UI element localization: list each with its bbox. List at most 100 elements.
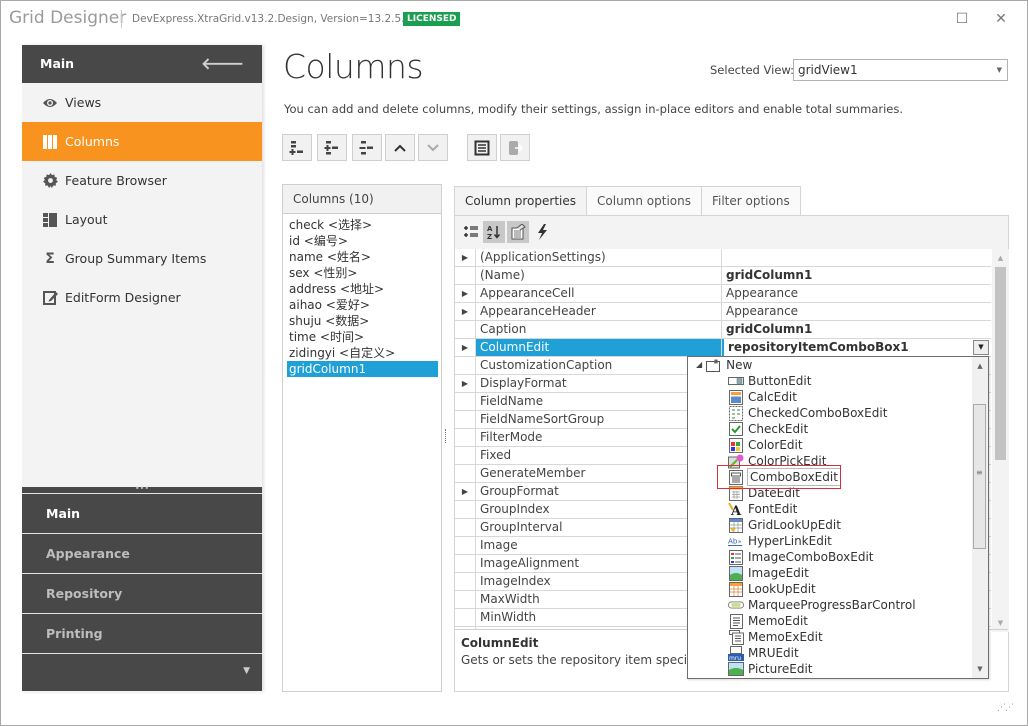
expand-arrow-icon[interactable]: ▶ bbox=[455, 249, 476, 266]
expand-arrow-icon[interactable]: ▶ bbox=[455, 483, 476, 500]
property-value[interactable] bbox=[722, 249, 991, 266]
tree-node[interactable]: A FontEdit bbox=[688, 501, 972, 517]
property-row[interactable]: (Name) gridColumn1 bbox=[455, 267, 991, 285]
tree-node[interactable]: PictureEdit bbox=[688, 661, 972, 677]
column-list-item[interactable]: sex <性别> bbox=[287, 265, 438, 281]
maximize-button[interactable]: ☐ bbox=[952, 9, 972, 29]
back-arrow-icon[interactable]: 🡐 bbox=[201, 45, 244, 83]
sidebar-item-editform-designer[interactable]: EditForm Designer bbox=[22, 278, 262, 317]
collapse-triangle-icon[interactable]: ◢ bbox=[696, 357, 702, 373]
property-name[interactable]: ImageIndex bbox=[476, 573, 722, 590]
property-row[interactable]: ▶ (ApplicationSettings) bbox=[455, 249, 991, 267]
export-button[interactable] bbox=[500, 134, 530, 161]
selected-view-dropdown[interactable]: gridView1 ▼ bbox=[793, 59, 1008, 81]
column-list-item[interactable]: aihao <爱好> bbox=[287, 297, 438, 313]
property-name[interactable]: MinWidth bbox=[476, 609, 722, 626]
tree-node[interactable]: MarqueeProgressBarControl bbox=[688, 597, 972, 613]
property-name[interactable]: CustomizationCaption bbox=[476, 357, 722, 374]
property-grid-scrollbar[interactable]: ▲ ▼ bbox=[992, 249, 1009, 632]
property-name[interactable]: (Name) bbox=[476, 267, 722, 284]
property-name[interactable]: DisplayFormat bbox=[476, 375, 722, 392]
property-value[interactable]: gridColumn1 bbox=[722, 267, 991, 284]
column-list-item[interactable]: address <地址> bbox=[287, 281, 438, 297]
tree-node[interactable]: MemoEdit bbox=[688, 613, 972, 629]
property-row[interactable]: Caption gridColumn1 bbox=[455, 321, 991, 339]
sidebar-item-views[interactable]: Views bbox=[22, 83, 262, 122]
expand-arrow-icon[interactable]: ▶ bbox=[455, 375, 476, 392]
property-name[interactable]: ColumnEdit bbox=[476, 339, 722, 356]
tree-node-highlighted[interactable]: ComboBoxEdit bbox=[688, 468, 972, 486]
scroll-up-icon[interactable]: ▲ bbox=[992, 251, 1009, 265]
tree-node[interactable]: LookUpEdit bbox=[688, 581, 972, 597]
tree-node[interactable]: CheckedComboBoxEdit bbox=[688, 405, 972, 421]
column-list-item[interactable]: check <选择> bbox=[287, 217, 438, 233]
property-value[interactable]: gridColumn1 bbox=[722, 321, 991, 338]
column-list-item-selected[interactable]: gridColumn1 bbox=[287, 361, 438, 377]
tree-node[interactable]: GridLookUpEdit bbox=[688, 517, 972, 533]
close-button[interactable]: ✕ bbox=[991, 9, 1011, 29]
property-name[interactable]: Image bbox=[476, 537, 722, 554]
expand-arrow-icon[interactable]: ▶ bbox=[455, 303, 476, 320]
tree-node[interactable]: MemoExEdit bbox=[688, 629, 972, 645]
property-name[interactable]: AppearanceHeader bbox=[476, 303, 722, 320]
scroll-up-icon[interactable]: ▲ bbox=[972, 359, 988, 373]
property-name[interactable]: GenerateMember bbox=[476, 465, 722, 482]
property-name[interactable]: GroupIndex bbox=[476, 501, 722, 518]
add-column-button[interactable] bbox=[282, 134, 312, 161]
retrieve-fields-button[interactable] bbox=[467, 134, 497, 161]
sidebar-item-feature-browser[interactable]: Feature Browser bbox=[22, 161, 262, 200]
sidebar-item-layout[interactable]: Layout bbox=[22, 200, 262, 239]
remove-column-button[interactable] bbox=[352, 134, 382, 161]
tree-node[interactable]: ButtonEdit bbox=[688, 373, 972, 389]
property-name[interactable]: AppearanceCell bbox=[476, 285, 722, 302]
property-name[interactable]: GroupInterval bbox=[476, 519, 722, 536]
events-button[interactable] bbox=[531, 221, 553, 243]
column-list-item[interactable]: id <编号> bbox=[287, 233, 438, 249]
column-list-item[interactable]: zidingyi <自定义> bbox=[287, 345, 438, 361]
tree-node[interactable]: Ab» HyperLinkEdit bbox=[688, 533, 972, 549]
tree-node[interactable]: CheckEdit bbox=[688, 421, 972, 437]
property-name[interactable]: GroupFormat bbox=[476, 483, 722, 500]
property-name[interactable]: Fixed bbox=[476, 447, 722, 464]
expand-arrow-icon[interactable]: ▶ bbox=[455, 285, 476, 302]
property-value[interactable]: repositoryItemComboBox1 ▼ bbox=[722, 339, 991, 356]
group-printing[interactable]: Printing bbox=[22, 613, 262, 653]
scroll-down-icon[interactable]: ▼ bbox=[972, 662, 988, 676]
property-name[interactable]: (ApplicationSettings) bbox=[476, 249, 722, 266]
scroll-down-icon[interactable]: ▼ bbox=[992, 616, 1009, 630]
tree-node[interactable]: CalcEdit bbox=[688, 389, 972, 405]
property-name[interactable]: FilterMode bbox=[476, 429, 722, 446]
tree-node[interactable]: ColorPickEdit bbox=[688, 453, 972, 469]
tree-node-new[interactable]: ◢ New bbox=[688, 357, 972, 373]
sidebar-item-columns[interactable]: Columns bbox=[22, 122, 262, 161]
property-row[interactable]: ▶ AppearanceHeader Appearance bbox=[455, 303, 991, 321]
tab-column-properties[interactable]: Column properties bbox=[454, 186, 588, 216]
tree-node[interactable]: mru MRUEdit bbox=[688, 645, 972, 661]
insert-column-button[interactable] bbox=[317, 134, 347, 161]
property-name[interactable]: MaxWidth bbox=[476, 591, 722, 608]
tree-node[interactable]: ColorEdit bbox=[688, 437, 972, 453]
property-name[interactable]: Caption bbox=[476, 321, 722, 338]
column-list-item[interactable]: name <姓名> bbox=[287, 249, 438, 265]
tab-filter-options[interactable]: Filter options bbox=[700, 186, 801, 216]
tree-node[interactable]: ImageComboBoxEdit bbox=[688, 549, 972, 565]
property-name[interactable]: FieldNameSortGroup bbox=[476, 411, 722, 428]
sidebar-item-group-summary-items[interactable]: Σ Group Summary Items bbox=[22, 239, 262, 278]
property-row[interactable]: ▶ AppearanceCell Appearance bbox=[455, 285, 991, 303]
more-groups-button[interactable]: ▼ bbox=[22, 653, 262, 691]
scrollbar-thumb[interactable]: ≡ bbox=[973, 404, 986, 549]
scrollbar-thumb[interactable] bbox=[995, 267, 1006, 460]
alphabetical-button[interactable]: AZ bbox=[483, 221, 505, 243]
column-list-item[interactable]: shuju <数据> bbox=[287, 313, 438, 329]
tab-column-options[interactable]: Column options bbox=[586, 186, 702, 216]
value-dropdown-button[interactable]: ▼ bbox=[973, 340, 989, 355]
property-row-selected[interactable]: ▶ ColumnEdit repositoryItemComboBox1 ▼ bbox=[455, 339, 991, 357]
categorized-button[interactable] bbox=[460, 221, 482, 243]
move-up-button[interactable] bbox=[385, 134, 415, 161]
column-list-item[interactable]: time <时间> bbox=[287, 329, 438, 345]
tree-node[interactable]: ImageEdit bbox=[688, 565, 972, 581]
panel-splitter[interactable] bbox=[445, 429, 448, 443]
property-value[interactable]: Appearance bbox=[722, 303, 991, 320]
property-name[interactable]: ImageAlignment bbox=[476, 555, 722, 572]
group-repository[interactable]: Repository bbox=[22, 573, 262, 613]
